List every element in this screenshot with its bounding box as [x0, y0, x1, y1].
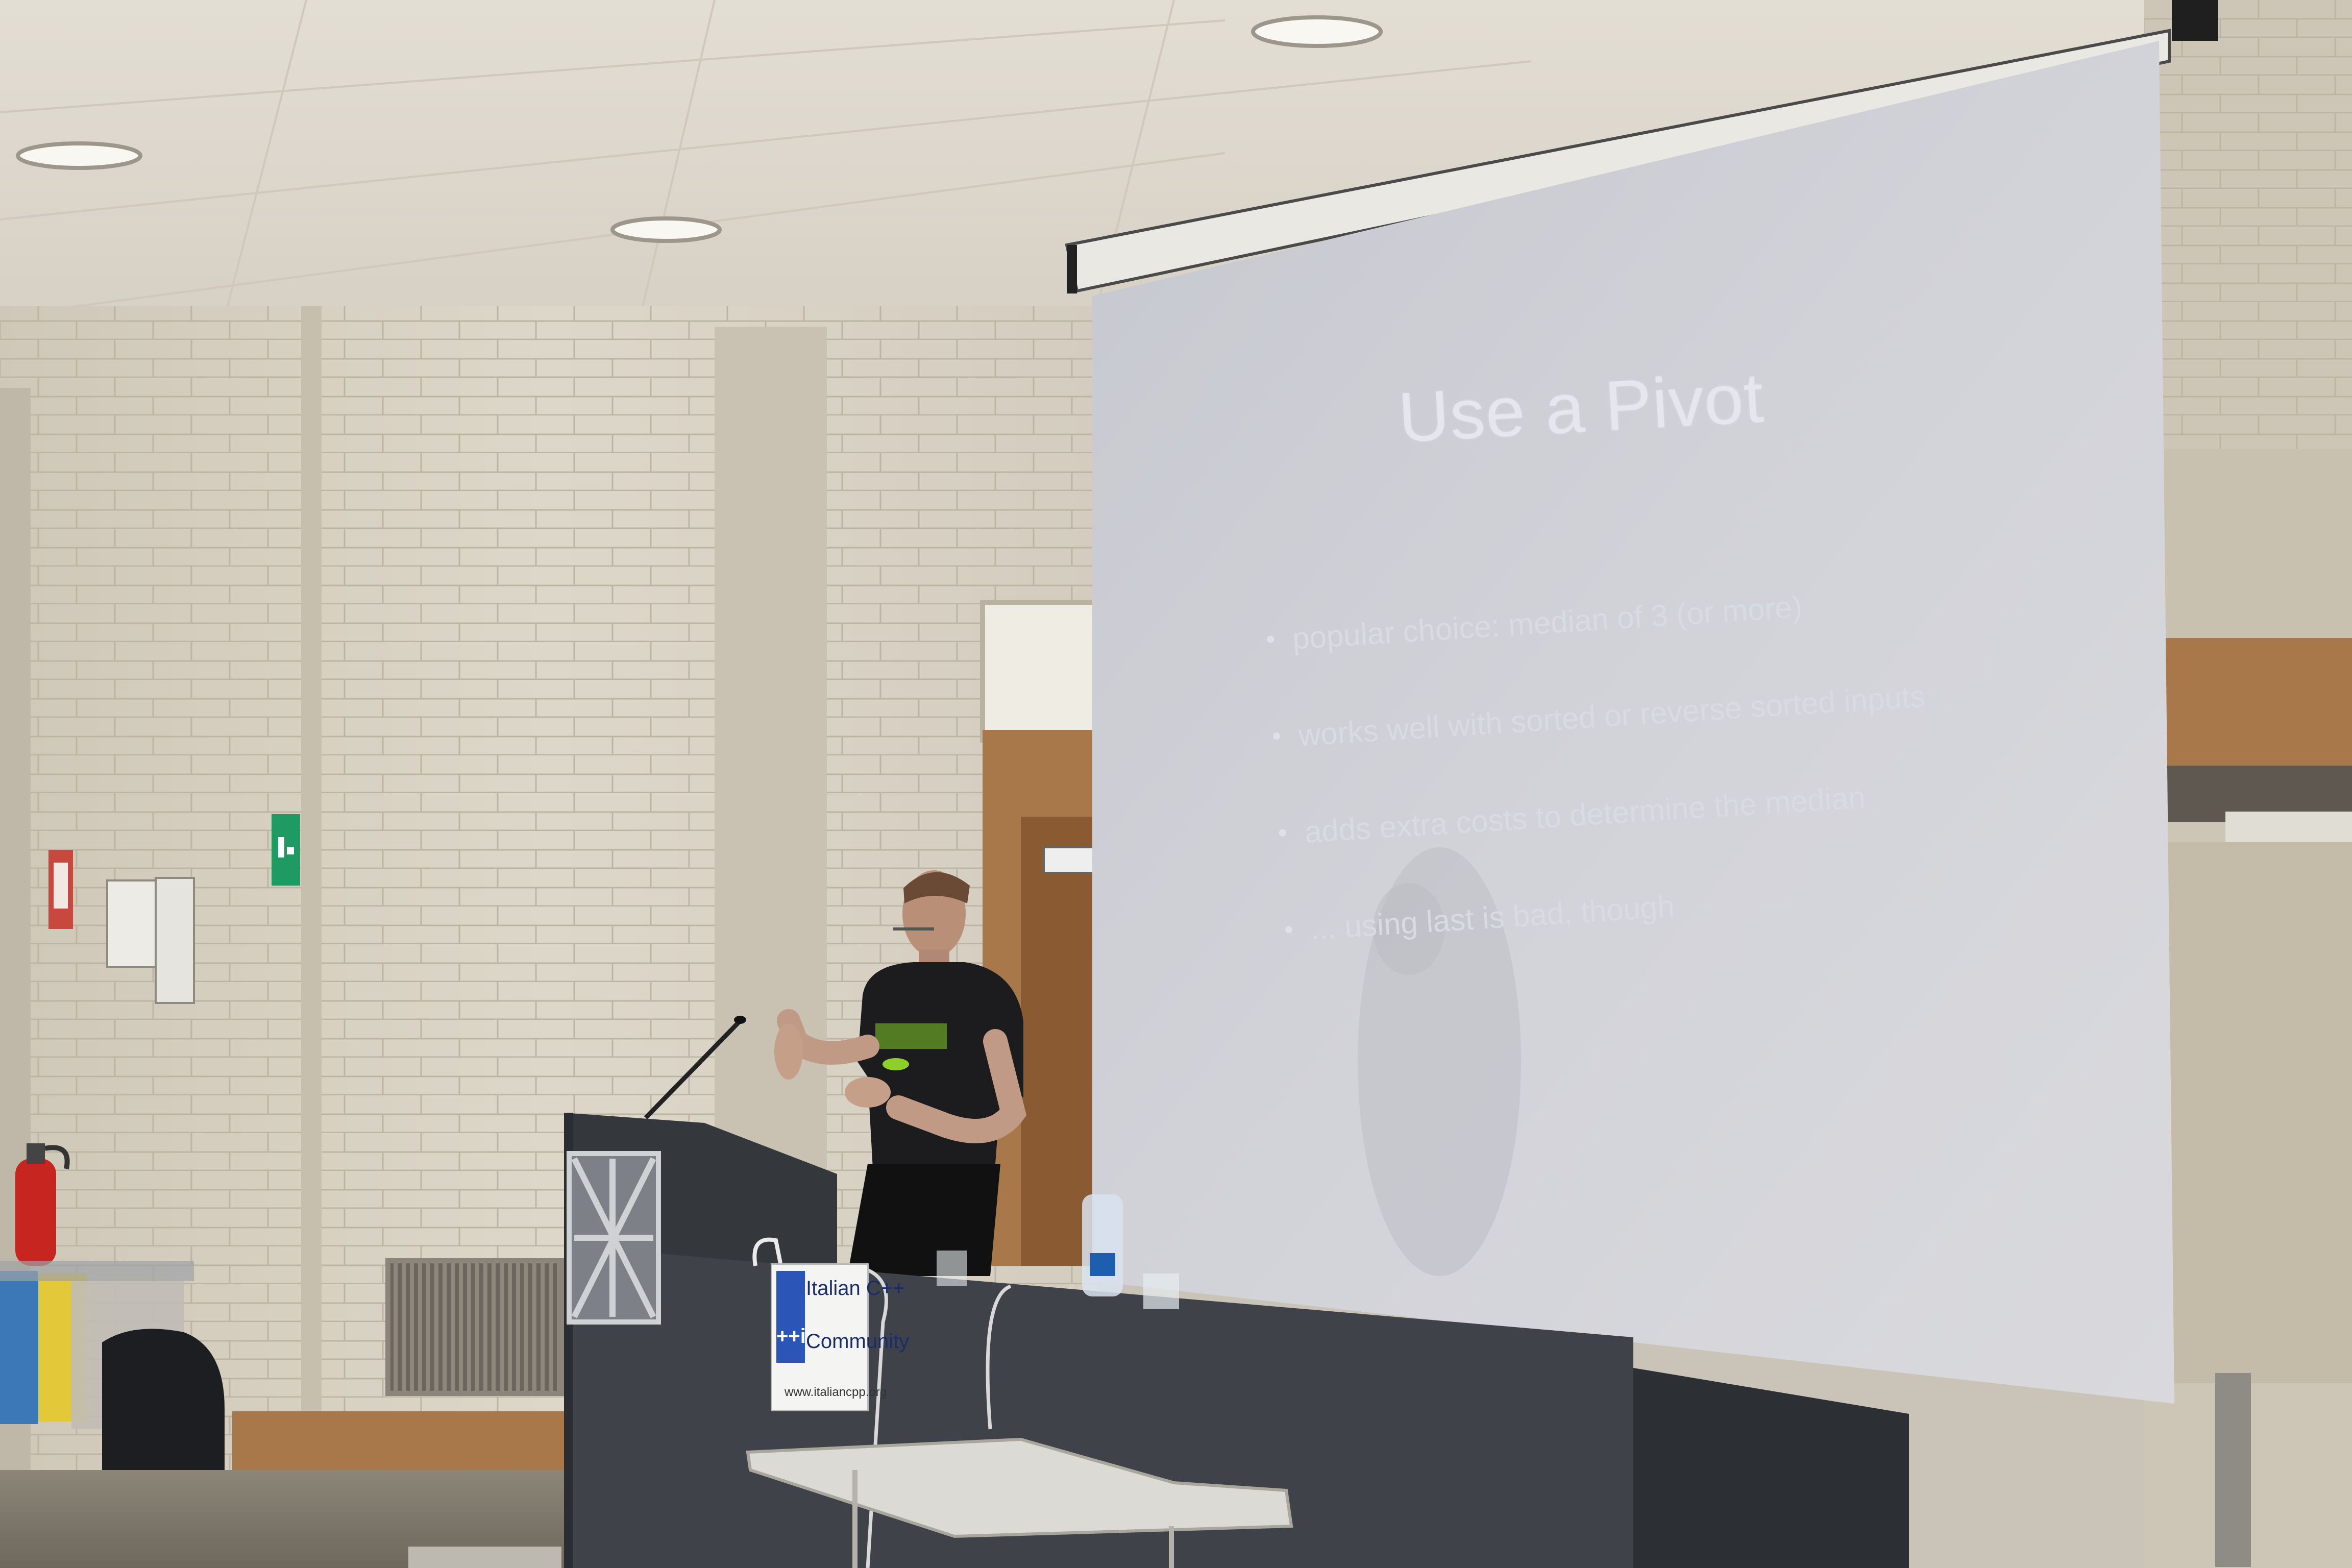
bullet-dot-icon: [1272, 732, 1281, 740]
room-background: [0, 0, 2352, 1568]
shirt-print: [875, 1023, 947, 1049]
ceiling-light: [610, 216, 722, 243]
wall-vent: [385, 1258, 564, 1396]
lectern-sign: ++it Italian C++ Community www.italiancp…: [771, 1263, 909, 1411]
lectern-emblem: [567, 1151, 661, 1325]
bullet-dot-icon: [1279, 829, 1287, 837]
screen-stand: [2215, 1373, 2251, 1567]
desk: [1633, 1368, 1909, 1568]
slide-bullet-list: popular choice: median of 3 (or more) wo…: [1266, 582, 1943, 1010]
speaker-trousers: [847, 1164, 1000, 1276]
wood-shelf: [2159, 638, 2352, 766]
water-bottle: [1082, 1194, 1123, 1296]
speaker-hand: [845, 1077, 891, 1108]
photo-scene: Use a Pivot popular choice: median of 3 …: [0, 0, 2352, 1568]
exit-sign: [272, 814, 300, 886]
ceiling-light: [1251, 15, 1383, 48]
glass: [1143, 1273, 1179, 1309]
backpack: [102, 1329, 225, 1490]
bullet-dot-icon: [1285, 925, 1293, 934]
glass: [937, 1251, 967, 1286]
sign-line-2: Community: [806, 1330, 910, 1353]
sign-url: www.italiancpp.org: [785, 1385, 887, 1399]
recycling-bin: [0, 1271, 38, 1424]
community-logo-icon: [776, 1271, 805, 1363]
notice-paper: [106, 879, 157, 968]
speaker-hand: [774, 1023, 803, 1080]
notice-paper: [155, 877, 195, 1004]
fire-extinguisher: [15, 1159, 56, 1266]
sign-line-1: Italian C++: [806, 1277, 905, 1300]
bullet-dot-icon: [1266, 635, 1275, 643]
ceiling-light: [16, 141, 142, 170]
